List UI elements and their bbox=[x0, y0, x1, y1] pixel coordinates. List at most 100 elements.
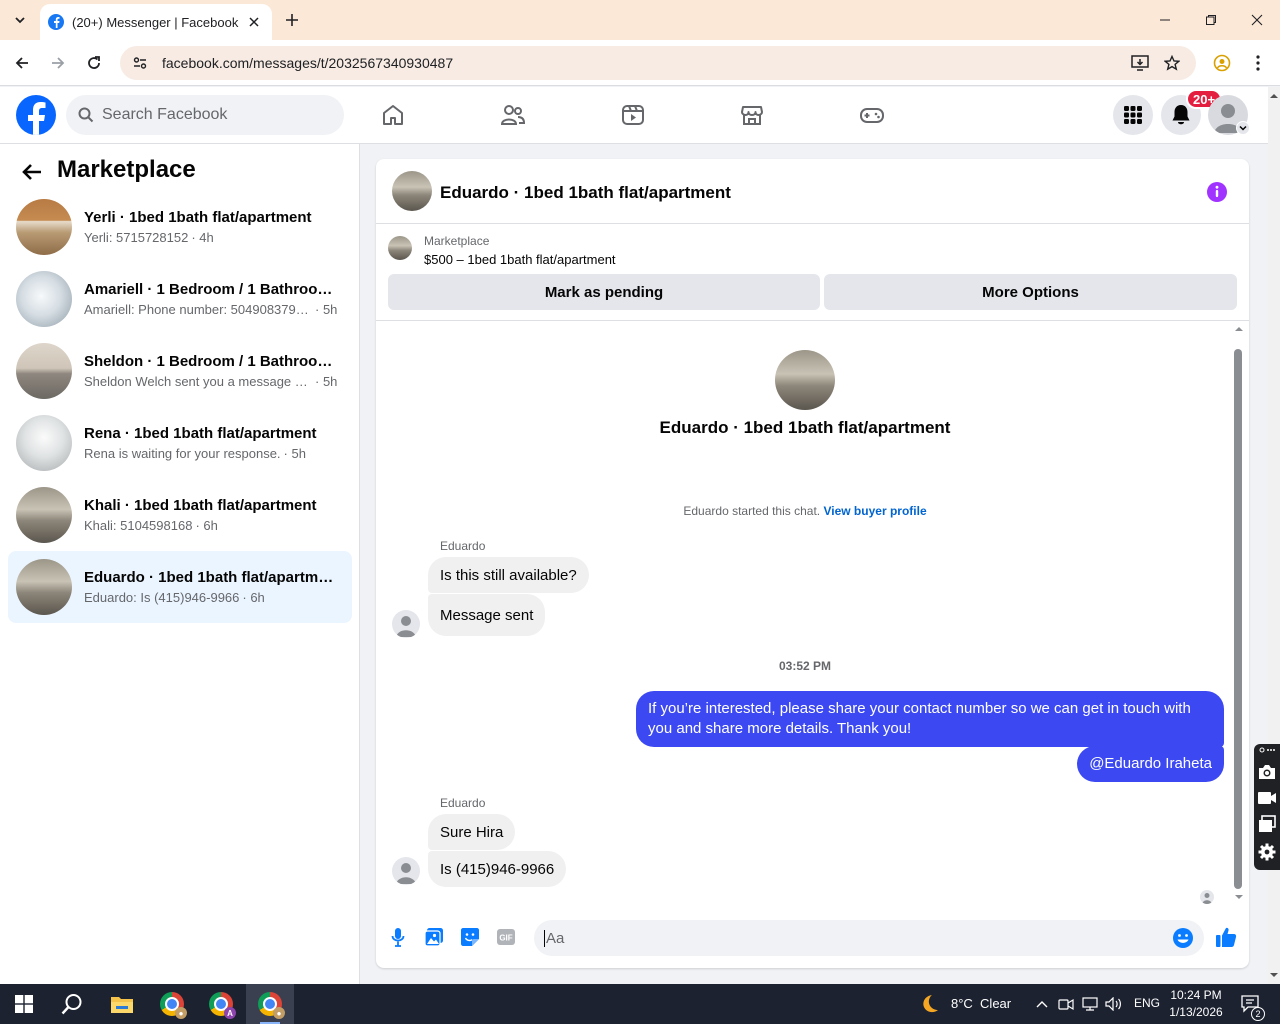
forward-button[interactable] bbox=[44, 49, 72, 77]
marketplace-sidebar: Marketplace Yerli · 1bed 1bath flat/apar… bbox=[0, 144, 360, 984]
video-camera-icon[interactable] bbox=[1257, 788, 1277, 808]
attach-photo-button[interactable] bbox=[420, 923, 448, 951]
message-input[interactable] bbox=[544, 929, 1172, 947]
search-input[interactable] bbox=[102, 106, 302, 124]
incoming-message[interactable]: Is this still available? bbox=[428, 557, 589, 593]
more-options-button[interactable]: More Options bbox=[824, 274, 1237, 310]
settings-gear-icon[interactable] bbox=[1257, 842, 1277, 862]
incoming-message[interactable]: Message sent bbox=[428, 594, 546, 636]
tab-title: (20+) Messenger | Facebook bbox=[72, 14, 239, 30]
windows-icon[interactable] bbox=[1257, 814, 1277, 834]
browser-tab[interactable]: (20+) Messenger | Facebook bbox=[40, 4, 272, 40]
back-button[interactable] bbox=[16, 158, 48, 186]
send-like-button[interactable] bbox=[1212, 923, 1240, 951]
facebook-search[interactable] bbox=[66, 95, 344, 135]
toolbar-handle-icon[interactable] bbox=[1257, 744, 1277, 756]
chrome-taskbar-icon-3[interactable]: ● bbox=[246, 984, 294, 1024]
listing-thumbnail bbox=[16, 271, 72, 327]
meet-now-icon[interactable] bbox=[1056, 984, 1076, 1024]
chat-scroll-down-icon[interactable] bbox=[1234, 893, 1244, 901]
menu-button[interactable] bbox=[1113, 95, 1153, 135]
message-composer: GIF bbox=[376, 911, 1249, 965]
nav-home[interactable] bbox=[363, 93, 423, 137]
arrow-left-icon bbox=[15, 57, 28, 69]
moon-weather-icon[interactable] bbox=[918, 993, 940, 1015]
chat-scrollbar-thumb[interactable] bbox=[1234, 349, 1242, 889]
view-buyer-profile-link[interactable]: View buyer profile bbox=[823, 504, 926, 518]
show-hidden-icons-icon[interactable] bbox=[1032, 984, 1052, 1024]
clock-time[interactable]: 10:24 PM bbox=[1166, 988, 1226, 1002]
clock-date[interactable]: 1/13/2026 bbox=[1166, 1005, 1226, 1019]
reload-icon bbox=[88, 56, 100, 69]
incoming-message[interactable]: Is (415)946-9966 bbox=[428, 851, 567, 887]
listing-title[interactable]: $500 – 1bed 1bath flat/apartment bbox=[424, 252, 616, 267]
camera-icon[interactable] bbox=[1257, 762, 1277, 782]
account-chevron-icon[interactable] bbox=[1236, 121, 1250, 135]
conversation-item-eduardo[interactable]: Eduardo · 1bed 1bath flat/apartment Edua… bbox=[8, 551, 352, 623]
chat-avatar[interactable] bbox=[392, 171, 432, 211]
microphone-icon bbox=[391, 928, 405, 947]
new-tab-button[interactable] bbox=[280, 8, 304, 32]
nav-gaming[interactable] bbox=[842, 93, 902, 137]
chat-title[interactable]: Eduardo · 1bed 1bath flat/apartment bbox=[440, 183, 731, 203]
install-app-icon[interactable] bbox=[1128, 51, 1152, 75]
arrow-left-icon bbox=[22, 164, 41, 180]
incoming-message[interactable]: Sure Hira bbox=[428, 814, 516, 850]
photo-icon bbox=[424, 928, 443, 947]
profile-icon[interactable] bbox=[1208, 49, 1236, 77]
close-window-button[interactable] bbox=[1234, 0, 1280, 40]
gaming-icon bbox=[860, 108, 884, 123]
conversation-item-sheldon[interactable]: Sheldon · 1 Bedroom / 1 Bathroom... Shel… bbox=[8, 336, 352, 406]
address-bar[interactable]: facebook.com/messages/t/2032567340930487 bbox=[120, 46, 1196, 80]
browser-menu-icon[interactable] bbox=[1244, 49, 1272, 77]
nav-video[interactable] bbox=[603, 93, 663, 137]
conversation-item-khali[interactable]: Khali · 1bed 1bath flat/apartment Khali:… bbox=[8, 480, 352, 550]
scroll-up-icon[interactable] bbox=[1268, 91, 1280, 101]
restore-window-button[interactable] bbox=[1188, 0, 1234, 40]
close-tab-icon[interactable] bbox=[244, 12, 264, 32]
sticker-button[interactable] bbox=[456, 923, 484, 951]
message-input-box[interactable] bbox=[534, 920, 1204, 956]
conversation-item-rena[interactable]: Rena · 1bed 1bath flat/apartment Rena is… bbox=[8, 408, 352, 478]
conversation-item-amariell[interactable]: Amariell · 1 Bedroom / 1 Bathroom... Ama… bbox=[8, 264, 352, 334]
sender-avatar[interactable] bbox=[392, 610, 420, 638]
nav-friends[interactable] bbox=[483, 93, 543, 137]
taskbar-search-button[interactable] bbox=[48, 984, 96, 1024]
mark-as-pending-button[interactable]: Mark as pending bbox=[388, 274, 820, 310]
chrome-taskbar-icon-2[interactable]: A bbox=[197, 984, 245, 1024]
language-indicator[interactable]: ENG bbox=[1134, 996, 1160, 1010]
network-icon[interactable] bbox=[1080, 984, 1100, 1024]
file-explorer-taskbar-icon[interactable] bbox=[98, 984, 146, 1024]
conversation-item-yerli[interactable]: Yerli · 1bed 1bath flat/apartment Yerli:… bbox=[8, 192, 352, 262]
tab-search-dropdown[interactable] bbox=[6, 6, 34, 34]
sender-avatar[interactable] bbox=[392, 857, 420, 885]
url-text[interactable]: facebook.com/messages/t/2032567340930487 bbox=[162, 55, 1120, 71]
outgoing-message[interactable]: @Eduardo Iraheta bbox=[1077, 746, 1224, 782]
bookmark-star-icon[interactable] bbox=[1160, 51, 1184, 75]
nav-marketplace[interactable] bbox=[722, 93, 782, 137]
info-icon[interactable] bbox=[1206, 181, 1228, 203]
profile-badge-icon: ● bbox=[175, 1007, 187, 1019]
facebook-header: 20+ bbox=[0, 87, 1268, 144]
volume-icon[interactable] bbox=[1104, 984, 1124, 1024]
site-settings-icon[interactable] bbox=[132, 55, 148, 71]
conversation-preview: Eduardo: Is (415)946-9966 bbox=[84, 590, 240, 605]
facebook-logo[interactable] bbox=[16, 95, 56, 135]
start-button[interactable] bbox=[0, 984, 48, 1024]
chrome-taskbar-icon[interactable]: ● bbox=[148, 984, 196, 1024]
weather-text[interactable]: 8°C Clear bbox=[951, 996, 1011, 1011]
minimize-window-button[interactable] bbox=[1142, 0, 1188, 40]
scroll-down-icon[interactable] bbox=[1268, 970, 1280, 980]
reload-button[interactable] bbox=[80, 49, 108, 77]
back-button[interactable] bbox=[8, 49, 36, 77]
outgoing-message[interactable]: If you’re interested, please share your … bbox=[636, 691, 1224, 747]
facebook-favicon-icon bbox=[48, 14, 64, 30]
message-list: Eduardo · 1bed 1bath flat/apartment Edua… bbox=[376, 321, 1249, 901]
gif-button[interactable]: GIF bbox=[492, 923, 520, 951]
emoji-icon[interactable] bbox=[1172, 927, 1194, 949]
marketplace-icon bbox=[741, 106, 763, 125]
listing-thumbnail[interactable] bbox=[388, 236, 412, 260]
voice-clip-button[interactable] bbox=[384, 923, 412, 951]
chat-scroll-up-icon[interactable] bbox=[1234, 325, 1244, 333]
bell-icon bbox=[1172, 105, 1190, 125]
